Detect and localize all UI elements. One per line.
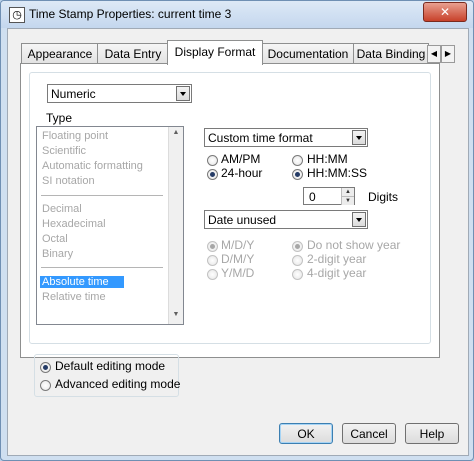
list-item[interactable]: SI notation bbox=[42, 175, 95, 187]
ymd-label: Y/M/D bbox=[221, 266, 255, 280]
mdy-label: M/D/Y bbox=[221, 238, 255, 252]
time-format-value: Custom time format bbox=[208, 131, 313, 145]
ymd-radio[interactable] bbox=[207, 269, 218, 280]
digits-value[interactable]: 0 bbox=[309, 190, 316, 204]
list-item[interactable]: Relative time bbox=[42, 291, 106, 303]
four-digit-year-radio[interactable] bbox=[292, 269, 303, 280]
close-icon: ✕ bbox=[439, 5, 451, 19]
list-divider bbox=[41, 195, 163, 196]
digits-stepper[interactable]: 0 ▲ ▼ bbox=[303, 187, 355, 205]
type-listbox[interactable]: Floating point Scientific Automatic form… bbox=[36, 126, 184, 325]
tab-data-binding[interactable]: Data Binding bbox=[353, 43, 429, 64]
advanced-editing-mode-label: Advanced editing mode bbox=[55, 377, 181, 391]
window-title: Time Stamp Properties: current time 3 bbox=[29, 7, 232, 21]
tab-data-entry[interactable]: Data Entry bbox=[97, 43, 169, 64]
spin-up-icon[interactable]: ▲ bbox=[341, 188, 354, 196]
clock-icon: ◷ bbox=[9, 7, 25, 23]
scroll-up-icon[interactable]: ▲ bbox=[171, 129, 181, 139]
spin-down-icon[interactable]: ▼ bbox=[341, 196, 354, 205]
list-item[interactable]: Octal bbox=[42, 233, 68, 245]
date-format-dropdown[interactable]: Date unused bbox=[204, 210, 368, 229]
time-format-dropdown[interactable]: Custom time format bbox=[204, 128, 368, 147]
chevron-down-icon[interactable] bbox=[352, 130, 366, 145]
two-digit-year-label: 2-digit year bbox=[307, 252, 367, 266]
category-value: Numeric bbox=[51, 87, 96, 101]
tab-documentation[interactable]: Documentation bbox=[261, 43, 355, 64]
am-pm-label: AM/PM bbox=[221, 152, 261, 166]
24-hour-radio[interactable] bbox=[207, 169, 218, 180]
hh-mm-ss-label: HH:MM:SS bbox=[307, 166, 367, 180]
default-editing-mode-radio[interactable] bbox=[40, 362, 51, 373]
chevron-down-icon[interactable] bbox=[352, 212, 366, 227]
tab-appearance[interactable]: Appearance bbox=[21, 43, 99, 64]
type-label: Type bbox=[46, 111, 73, 125]
list-item[interactable]: Automatic formatting bbox=[42, 160, 143, 172]
advanced-editing-mode-radio[interactable] bbox=[40, 380, 51, 391]
tab-scroll-left-icon[interactable]: ◀ bbox=[427, 45, 441, 63]
two-digit-year-radio[interactable] bbox=[292, 255, 303, 266]
no-year-label: Do not show year bbox=[307, 238, 401, 252]
hh-mm-radio[interactable] bbox=[292, 155, 303, 166]
category-dropdown[interactable]: Numeric bbox=[47, 84, 192, 103]
date-format-value: Date unused bbox=[208, 213, 277, 227]
title-bar[interactable]: ◷ Time Stamp Properties: current time 3 … bbox=[1, 1, 473, 28]
list-item-selected[interactable]: Absolute time bbox=[40, 276, 124, 288]
chevron-down-icon[interactable] bbox=[176, 86, 190, 101]
dmy-label: D/M/Y bbox=[221, 252, 255, 266]
ok-button[interactable]: OK bbox=[279, 423, 333, 444]
list-divider bbox=[41, 267, 163, 268]
hh-mm-label: HH:MM bbox=[307, 152, 348, 166]
dmy-radio[interactable] bbox=[207, 255, 218, 266]
list-item[interactable]: Binary bbox=[42, 248, 73, 260]
cancel-button[interactable]: Cancel bbox=[342, 423, 396, 444]
type-list-scrollbar[interactable]: ▲ ▼ bbox=[168, 127, 183, 324]
list-item[interactable]: Scientific bbox=[42, 145, 86, 157]
24-hour-label: 24-hour bbox=[221, 166, 263, 180]
am-pm-radio[interactable] bbox=[207, 155, 218, 166]
list-item[interactable]: Hexadecimal bbox=[42, 218, 106, 230]
mdy-radio[interactable] bbox=[207, 241, 218, 252]
help-button[interactable]: Help bbox=[405, 423, 459, 444]
no-year-radio[interactable] bbox=[292, 241, 303, 252]
close-button[interactable]: ✕ bbox=[423, 2, 467, 22]
scroll-down-icon[interactable]: ▼ bbox=[171, 311, 181, 321]
list-item[interactable]: Decimal bbox=[42, 203, 82, 215]
default-editing-mode-label: Default editing mode bbox=[55, 359, 166, 373]
tab-scroll-right-icon[interactable]: ▶ bbox=[441, 45, 455, 63]
four-digit-year-label: 4-digit year bbox=[307, 266, 367, 280]
digits-label: Digits bbox=[368, 190, 399, 204]
list-item[interactable]: Floating point bbox=[42, 130, 108, 142]
tab-display-format[interactable]: Display Format bbox=[167, 40, 263, 65]
hh-mm-ss-radio[interactable] bbox=[292, 169, 303, 180]
